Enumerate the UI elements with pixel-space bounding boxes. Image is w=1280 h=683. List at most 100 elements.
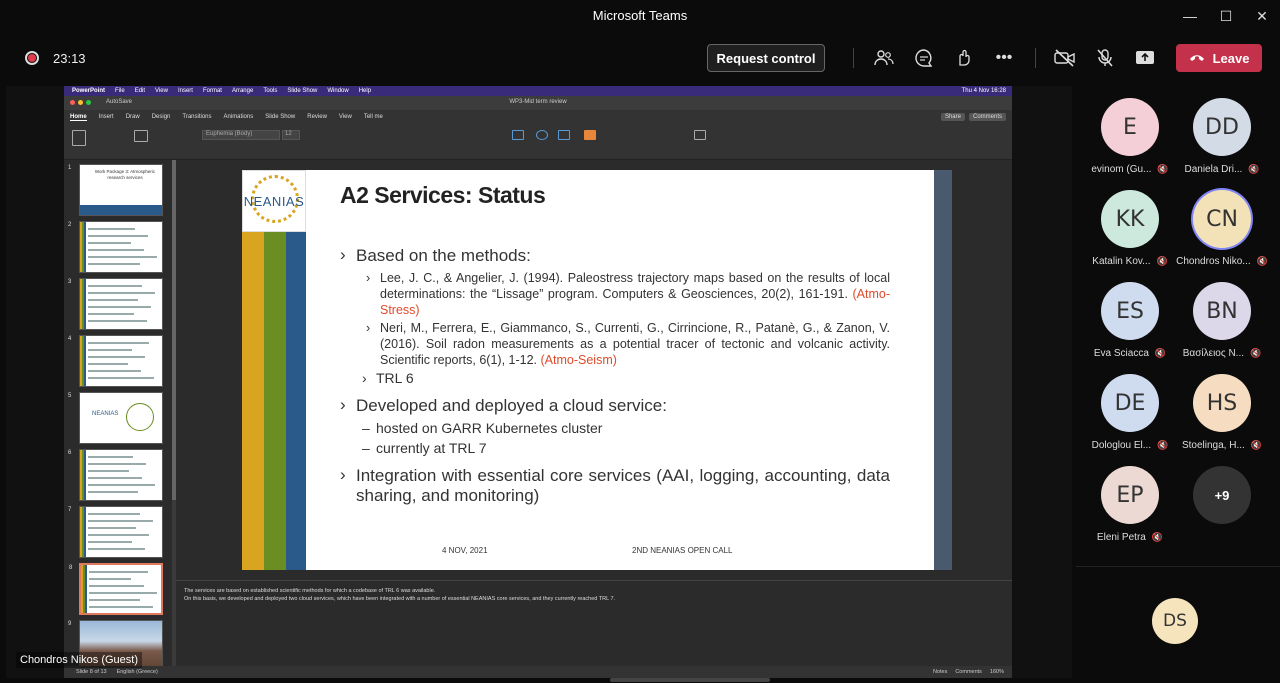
avatar: KK	[1101, 190, 1159, 248]
participant-gallery: Eevinom (Gu... 🔇 DD Daniela Dri... 🔇 KK Katali…	[1076, 86, 1280, 566]
participant-tile[interactable]: KK Katalin Kov... 🔇	[1082, 190, 1178, 267]
mac-clock: Thu 4 Nov 16:28	[961, 88, 1006, 94]
picture-icon[interactable]	[512, 130, 524, 140]
text-box-icon[interactable]	[558, 130, 570, 140]
ribbon-tab[interactable]: Home	[70, 114, 87, 121]
maximize-icon[interactable]: ☐	[1208, 0, 1244, 32]
mac-menu-item[interactable]: Insert	[178, 88, 193, 94]
ribbon-tab[interactable]: Insert	[99, 114, 114, 120]
zoom-level[interactable]: 160%	[990, 669, 1004, 675]
people-icon[interactable]	[872, 46, 896, 70]
slide-thumbnail[interactable]: 1 Work Package 3: Atmospheric research se…	[68, 164, 163, 216]
new-slide-icon[interactable]	[134, 130, 148, 142]
ppt-titlebar: AutoSave WP3-Mid term review	[64, 96, 1012, 110]
slide-right-bar	[934, 170, 952, 570]
mac-menubar: PowerPoint File Edit View Insert Format Arrang…	[64, 86, 1012, 96]
more-options-icon[interactable]: •••	[992, 46, 1016, 70]
window-titlebar: Microsoft Teams — ☐ ✕	[0, 0, 1280, 32]
thumbnail-logo: NEANIAS	[92, 411, 119, 417]
participant-name-row: Dologlou El... 🔇	[1082, 440, 1178, 451]
speaker-notes[interactable]: The services are based on established sc…	[176, 580, 1012, 666]
share-screen-icon[interactable]	[1133, 46, 1157, 70]
mac-menu-item[interactable]: Window	[327, 88, 348, 94]
slide-thumbnail[interactable]: 3	[68, 278, 163, 330]
participant-name-row: Eleni Petra 🔇	[1082, 532, 1178, 543]
participant-name-row: Stoelinga, H... 🔇	[1174, 440, 1270, 451]
bullet-methods: Based on the methods:	[340, 245, 890, 266]
screen-scrollbar[interactable]	[610, 678, 770, 682]
reference-1: › Lee, J. C., & Angelier, J. (1994). Pale…	[366, 271, 890, 317]
mac-menu-item[interactable]: Format	[203, 88, 222, 94]
participant-tile[interactable]: EP Eleni Petra 🔇	[1082, 466, 1178, 543]
slide-thumbnail[interactable]: 6	[68, 449, 163, 501]
mac-menu-item[interactable]: Tools	[263, 88, 277, 94]
leave-label: Leave	[1212, 50, 1250, 66]
participant-tile[interactable]: ES Eva Sciacca 🔇	[1082, 282, 1178, 359]
thumbnail-number: 4	[68, 336, 72, 342]
font-name-select[interactable]: Euphemia (Body)	[202, 130, 280, 140]
mac-menu-item[interactable]: Arrange	[232, 88, 253, 94]
mac-menu-item[interactable]: Edit	[135, 88, 145, 94]
reactions-icon[interactable]	[952, 46, 976, 70]
mac-menu-item[interactable]: File	[115, 88, 125, 94]
participant-tile[interactable]: Eevinom (Gu... 🔇	[1082, 98, 1178, 175]
slide-thumbnail[interactable]: 7	[68, 506, 163, 558]
avatar: CN	[1193, 190, 1251, 248]
ribbon-tab[interactable]: View	[339, 114, 352, 120]
arrange-icon[interactable]	[584, 130, 596, 140]
mic-off-icon[interactable]	[1093, 46, 1117, 70]
ribbon-tab[interactable]: Design	[152, 114, 171, 120]
comments-toggle[interactable]: Comments	[955, 669, 982, 675]
recording-icon	[25, 51, 39, 65]
participant-name-row: Βασίλειος Ν... 🔇	[1174, 348, 1270, 359]
reference-2-tag: (Atmo-Seism)	[540, 353, 617, 367]
participant-tile[interactable]: DE Dologlou El... 🔇	[1082, 374, 1178, 451]
comments-button[interactable]: Comments	[968, 113, 1006, 121]
more-participants-count: +9	[1193, 466, 1251, 524]
thumbnail-number: 6	[68, 450, 72, 456]
slide-thumbnail[interactable]: 8	[69, 563, 163, 615]
close-icon[interactable]: ✕	[1244, 0, 1280, 32]
participant-name-row: Eva Sciacca 🔇	[1082, 348, 1178, 359]
design-ideas-icon[interactable]	[694, 130, 706, 140]
slide-thumbnail[interactable]: 4	[68, 335, 163, 387]
more-participants-button[interactable]: +9	[1174, 466, 1270, 524]
shapes-icon[interactable]	[536, 130, 548, 140]
leave-button[interactable]: Leave	[1176, 44, 1262, 72]
ribbon-tab[interactable]: Review	[307, 114, 327, 120]
participant-tile[interactable]: DD Daniela Dri... 🔇	[1174, 98, 1270, 175]
thumbnail-number: 7	[68, 507, 72, 513]
minimize-icon[interactable]: —	[1172, 0, 1208, 32]
current-slide: NEANIAS A2 Services: Status Based on the…	[242, 170, 952, 570]
request-control-button[interactable]: Request control	[707, 44, 825, 72]
cloud-item-1-text: hosted on GARR Kubernetes cluster	[376, 420, 603, 436]
participant-name: Βασίλειος Ν...	[1182, 348, 1245, 359]
ribbon-tab[interactable]: Slide Show	[265, 114, 295, 120]
ribbon-tab[interactable]: Transitions	[182, 114, 211, 120]
participant-tile[interactable]: BN Βασίλειος Ν... 🔇	[1174, 282, 1270, 359]
mac-menu-item[interactable]: PowerPoint	[72, 88, 105, 94]
ribbon-tab[interactable]: Tell me	[364, 114, 383, 120]
participant-tile[interactable]: HS Stoelinga, H... 🔇	[1174, 374, 1270, 451]
mac-menu-item[interactable]: View	[155, 88, 168, 94]
font-size-select[interactable]: 12	[282, 130, 300, 140]
ribbon-tab[interactable]: Draw	[126, 114, 140, 120]
slide-thumbnail[interactable]: 2	[68, 221, 163, 273]
chat-icon[interactable]	[912, 46, 936, 70]
window-title: Microsoft Teams	[592, 8, 688, 23]
mac-menu-item[interactable]: Slide Show	[287, 88, 317, 94]
share-button[interactable]: Share	[940, 113, 965, 121]
paste-icon[interactable]	[72, 130, 86, 146]
participant-tile[interactable]: CN Chondros Niko... 🔇	[1174, 190, 1270, 267]
mac-menu-item[interactable]: Help	[359, 88, 371, 94]
thumbnail-number: 1	[68, 165, 72, 171]
notes-line-2: On this basis, we developed and deployed…	[184, 596, 616, 602]
ribbon-toolbar: Euphemia (Body) 12	[64, 124, 1012, 160]
camera-off-icon[interactable]	[1053, 46, 1077, 70]
notes-toggle[interactable]: Notes	[933, 669, 947, 675]
participant-name-row: Katalin Kov... 🔇	[1082, 256, 1178, 267]
ribbon-tab[interactable]: Animations	[224, 114, 254, 120]
mic-muted-icon: 🔇	[1151, 532, 1164, 542]
slide-thumbnail[interactable]: 5 NEANIAS	[68, 392, 163, 444]
divider	[1035, 48, 1036, 68]
